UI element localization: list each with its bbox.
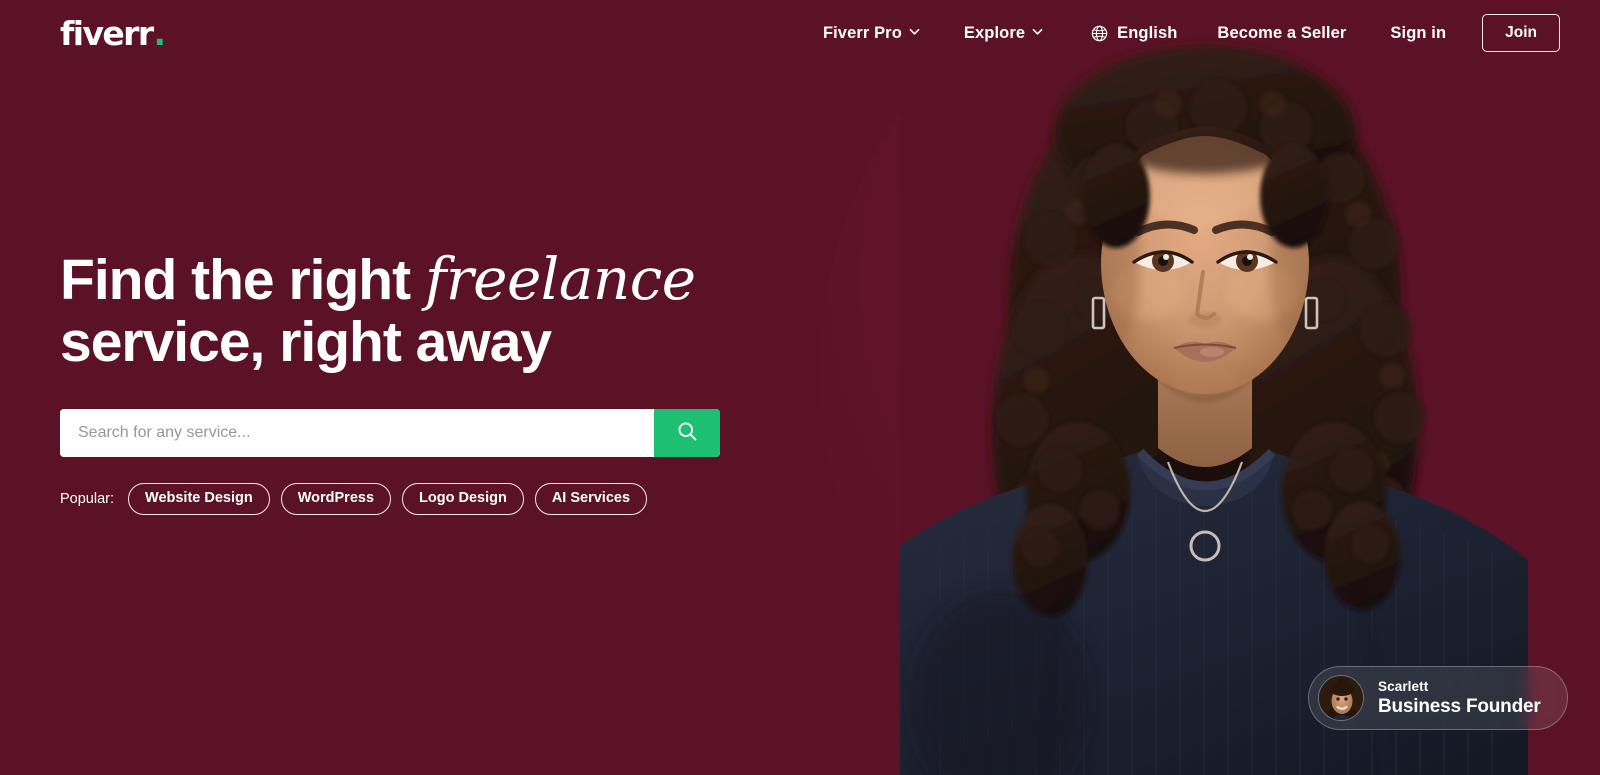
globe-icon (1091, 25, 1108, 42)
headline-part-1: Find the right (60, 248, 425, 312)
popular-tag-wordpress[interactable]: WordPress (280, 483, 392, 515)
nav-item-sign-in[interactable]: Sign in (1368, 16, 1468, 51)
popular-tag-ai-services[interactable]: AI Services (534, 483, 648, 515)
chevron-down-icon (1032, 26, 1043, 37)
sign-in-label: Sign in (1390, 23, 1447, 42)
hero-headline: Find the right freelance service, right … (60, 248, 760, 373)
nav-item-fiverr-pro-label: Fiverr Pro (822, 23, 902, 42)
search-input[interactable] (60, 409, 654, 458)
popular-tag-logo-design[interactable]: Logo Design (402, 483, 524, 515)
logo-wordmark: fiverr (60, 13, 154, 53)
logo-dot: . (153, 13, 167, 53)
become-a-seller-label: Become a Seller (1217, 23, 1347, 42)
headline-italic-word: freelance (424, 245, 696, 313)
nav-item-become-a-seller[interactable]: Become a Seller (1195, 16, 1368, 51)
badge-text-group: Scarlett Business Founder (1378, 679, 1541, 717)
nav-item-explore-label: Explore (963, 23, 1026, 42)
search-button[interactable] (654, 409, 720, 458)
nav-item-fiverr-pro[interactable]: Fiverr Pro (801, 16, 942, 51)
join-button[interactable]: Join (1482, 14, 1560, 52)
avatar (1318, 675, 1364, 721)
badge-person-name: Scarlett (1378, 678, 1429, 694)
badge-person-role: Business Founder (1378, 695, 1541, 717)
popular-label: Popular: (60, 490, 115, 507)
chevron-down-icon (909, 26, 920, 37)
nav-item-explore[interactable]: Explore (942, 16, 1065, 51)
popular-tag-website-design[interactable]: Website Design (128, 483, 270, 515)
hero-section: fiverr. Fiverr Pro Explore English Becom… (0, 0, 1600, 775)
language-label: English (1117, 23, 1178, 42)
search-bar (60, 409, 720, 458)
hero-portrait-image (900, 0, 1600, 775)
popular-tags-row: Popular: Website Design WordPress Logo D… (60, 483, 760, 515)
nav-right-group: Fiverr Pro Explore English Become a Sell… (801, 14, 1560, 52)
headline-part-2: service, right away (60, 309, 552, 374)
search-icon (677, 421, 698, 445)
fiverr-logo[interactable]: fiverr. (60, 13, 167, 53)
person-badge[interactable]: Scarlett Business Founder (1308, 666, 1568, 730)
top-navigation-bar: fiverr. Fiverr Pro Explore English Becom… (0, 0, 1600, 66)
nav-item-language[interactable]: English (1065, 16, 1195, 51)
hero-content: Find the right freelance service, right … (60, 248, 760, 515)
